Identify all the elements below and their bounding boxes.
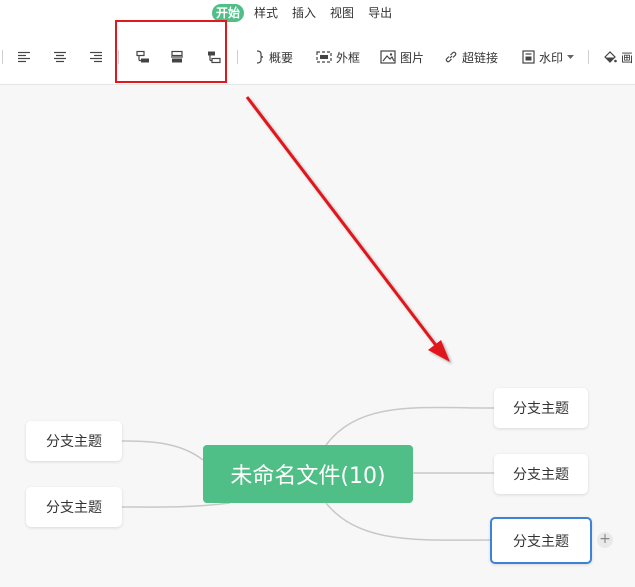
branch-topic-selected[interactable]: 分支主题 bbox=[490, 517, 592, 564]
branch-topic[interactable]: 分支主题 bbox=[494, 388, 588, 428]
root-topic[interactable]: 未命名文件(10) bbox=[203, 445, 413, 503]
branch-topic[interactable]: 分支主题 bbox=[26, 487, 122, 527]
add-node-button[interactable]: + bbox=[597, 532, 613, 548]
branch-topic[interactable]: 分支主题 bbox=[494, 454, 588, 494]
branch-topic[interactable]: 分支主题 bbox=[26, 421, 122, 461]
annotation-arrow bbox=[245, 96, 450, 362]
